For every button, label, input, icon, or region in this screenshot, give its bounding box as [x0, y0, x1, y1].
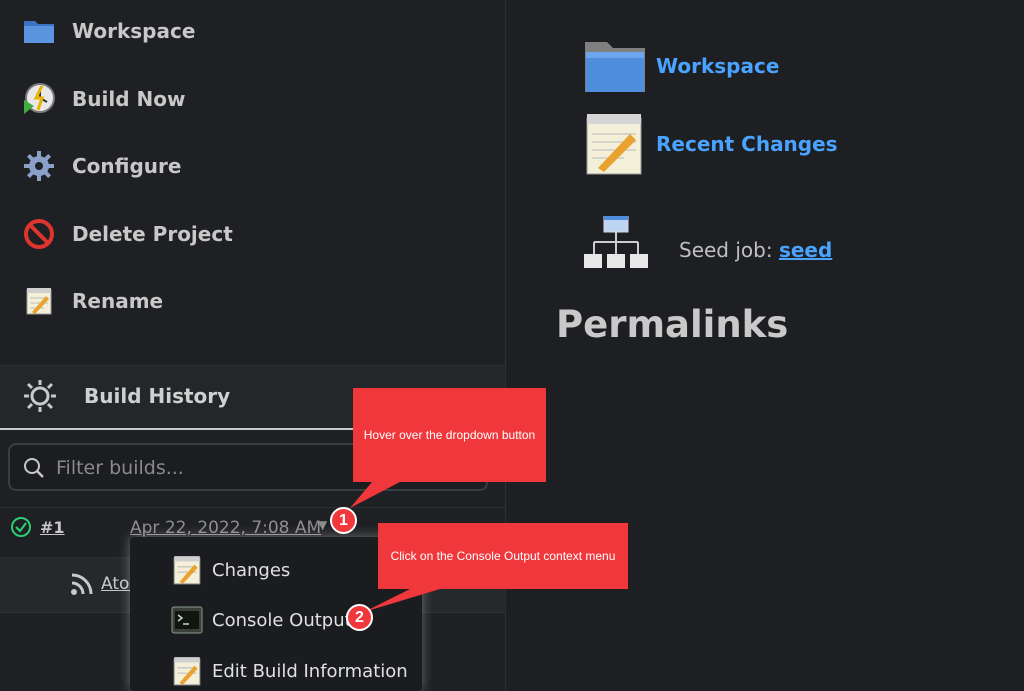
task-label: Rename: [72, 289, 164, 313]
build-now-icon: [22, 82, 56, 116]
callout-1-text: Hover over the dropdown button: [363, 428, 536, 442]
task-rename[interactable]: Rename: [22, 281, 163, 321]
notepad-icon: [584, 112, 646, 176]
menu-item-edit-build-information[interactable]: Edit Build Information: [170, 651, 408, 691]
callout-2-text: Click on the Console Output context menu: [390, 549, 616, 563]
menu-item-label: Console Output: [212, 609, 352, 631]
terminal-icon: [170, 603, 204, 637]
build-dropdown-button[interactable]: ▼: [318, 518, 327, 532]
success-check-icon: [10, 516, 32, 538]
task-delete-project[interactable]: Delete Project: [22, 214, 233, 254]
menu-item-console-output[interactable]: Console Output: [170, 600, 352, 640]
build-date-link[interactable]: Apr 22, 2022, 7:08 AM: [130, 518, 321, 538]
task-configure[interactable]: Configure: [22, 146, 181, 186]
seed-job-link[interactable]: seed: [779, 238, 832, 262]
task-build-now[interactable]: Build Now: [22, 79, 185, 119]
menu-item-changes[interactable]: Changes: [170, 550, 290, 590]
permalinks-heading: Permalinks: [556, 303, 789, 346]
main-link-label: Workspace: [656, 54, 780, 78]
seed-job-prefix: Seed job:: [679, 238, 779, 262]
main-link-workspace[interactable]: Workspace: [584, 38, 779, 94]
task-label: Build Now: [72, 87, 186, 111]
main-link-recent-changes[interactable]: Recent Changes: [584, 112, 838, 176]
build-history-icon: [22, 378, 58, 414]
notepad-icon: [170, 553, 204, 587]
rss-icon: [70, 572, 94, 596]
task-label: Configure: [72, 154, 182, 178]
no-entry-icon: [22, 217, 56, 251]
callout-1-badge: 1: [330, 507, 357, 534]
menu-item-label: Changes: [212, 559, 291, 581]
folder-icon: [22, 14, 56, 48]
task-label: Workspace: [72, 19, 196, 43]
menu-item-label: Edit Build Information: [212, 660, 408, 682]
callout-2: Click on the Console Output context menu: [378, 523, 628, 589]
callout-1: Hover over the dropdown button: [353, 388, 546, 482]
folder-icon: [584, 38, 646, 94]
hierarchy-icon: [584, 215, 648, 274]
search-icon: [23, 457, 45, 479]
task-label: Delete Project: [72, 222, 233, 246]
build-history-title: Build History: [84, 384, 231, 408]
main-link-label: Recent Changes: [656, 132, 838, 156]
build-number-link[interactable]: #1: [40, 518, 65, 537]
notepad-icon: [22, 284, 56, 318]
task-workspace[interactable]: Workspace: [22, 11, 195, 51]
callout-2-badge: 2: [346, 604, 373, 631]
seed-job-line: Seed job: seed: [679, 238, 832, 262]
notepad-icon: [170, 654, 204, 688]
gear-icon: [22, 149, 56, 183]
